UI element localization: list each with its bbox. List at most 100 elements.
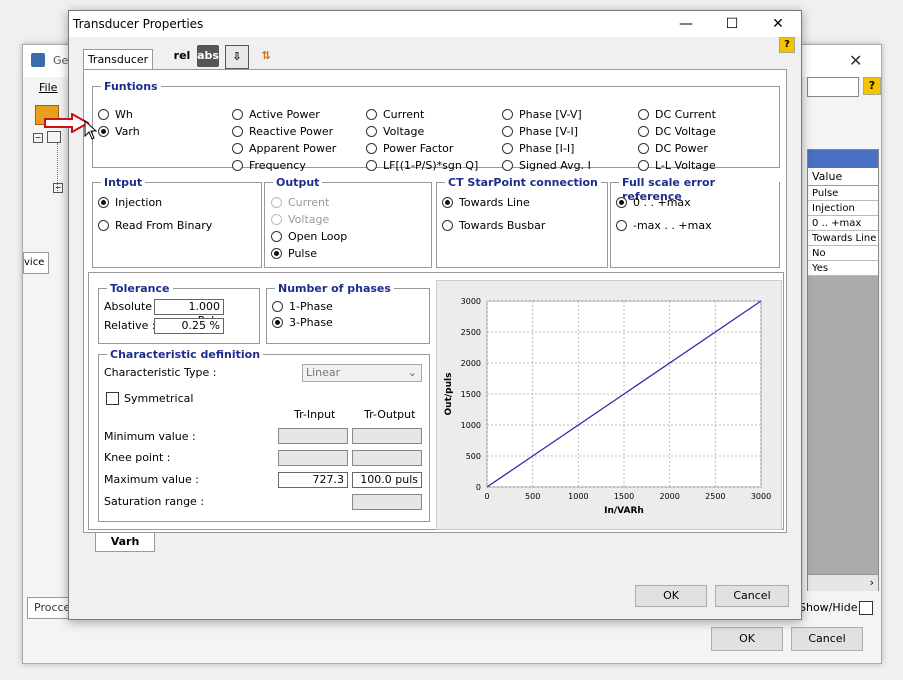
- rel-button[interactable]: rel: [173, 45, 191, 67]
- radio-function[interactable]: Phase [I-I]: [502, 142, 574, 156]
- help-icon[interactable]: ?: [779, 37, 795, 53]
- tree-expand-icon[interactable]: −: [53, 183, 63, 193]
- radio-dot: [616, 197, 627, 208]
- radio-function[interactable]: L-L Voltage: [638, 159, 716, 173]
- tab-varh[interactable]: Varh: [95, 533, 155, 552]
- radio-read-from-binary[interactable]: Read From Binary: [98, 219, 212, 233]
- radio-function[interactable]: DC Power: [638, 142, 708, 156]
- radio-function[interactable]: Current: [366, 108, 424, 122]
- maximum-output-field[interactable]: 100.0 puls: [352, 472, 422, 488]
- bar-tool-icon[interactable]: ⇩: [225, 45, 249, 69]
- radio-label: Phase [V-V]: [519, 108, 582, 121]
- scroll-right-icon[interactable]: ›: [870, 576, 874, 589]
- horizontal-scrollbar[interactable]: ›: [808, 574, 878, 591]
- value-row[interactable]: Injection: [808, 201, 878, 216]
- radio-function[interactable]: Power Factor: [366, 142, 453, 156]
- radio-function[interactable]: Voltage: [366, 125, 424, 139]
- radio-3-phase[interactable]: 3-Phase: [272, 316, 333, 330]
- minimum-output-field[interactable]: [352, 428, 422, 444]
- value-panel-selection: [808, 150, 878, 168]
- radio-towards-line[interactable]: Towards Line: [442, 196, 530, 210]
- cancel-button[interactable]: Cancel: [715, 585, 789, 607]
- radio-label: 1-Phase: [289, 300, 333, 313]
- value-row[interactable]: No: [808, 246, 878, 261]
- maximize-icon[interactable]: ☐: [709, 13, 755, 35]
- radio-label: Apparent Power: [249, 142, 337, 155]
- saturation-output-field[interactable]: [352, 494, 422, 510]
- radio-label: Reactive Power: [249, 125, 334, 138]
- characteristic-title: Characteristic definition: [107, 348, 264, 362]
- value-row[interactable]: Yes: [808, 261, 878, 276]
- minimize-icon[interactable]: —: [663, 13, 709, 35]
- radio-function[interactable]: Active Power: [232, 108, 320, 122]
- background-cancel-button[interactable]: Cancel: [791, 627, 863, 651]
- radio-injection[interactable]: Injection: [98, 196, 162, 210]
- radio-current: Current: [271, 196, 329, 210]
- radio-function[interactable]: Reactive Power: [232, 125, 333, 139]
- radio-zero-to-max[interactable]: 0 . . +max: [616, 196, 691, 210]
- abs-button[interactable]: abs: [197, 45, 219, 67]
- radio-function[interactable]: Phase [V-I]: [502, 125, 578, 139]
- value-row[interactable]: Towards Line: [808, 231, 878, 246]
- radio-function[interactable]: Phase [V-V]: [502, 108, 582, 122]
- y-tick-label: 500: [466, 452, 481, 461]
- minimum-input-field[interactable]: [278, 428, 348, 444]
- x-tick-label: 3000: [751, 492, 771, 501]
- radio-minus-max-to-max[interactable]: -max . . +max: [616, 219, 712, 233]
- background-edit-field[interactable]: [807, 77, 859, 97]
- radio-function[interactable]: LF[(1-P/S)*sgn Q]: [366, 159, 478, 173]
- characteristic-type-select[interactable]: Linear ⌄: [302, 364, 422, 382]
- radio-label: DC Voltage: [655, 125, 716, 138]
- radio-label: Voltage: [383, 125, 425, 138]
- output-title: Output: [273, 176, 323, 190]
- y-tick-label: 3000: [461, 297, 481, 306]
- knee-input-field[interactable]: [278, 450, 348, 466]
- radio-function[interactable]: Apparent Power: [232, 142, 336, 156]
- radio-function[interactable]: Signed Avg. I: [502, 159, 591, 173]
- background-ok-button[interactable]: OK: [711, 627, 783, 651]
- arrows-tool-icon[interactable]: ⇅: [255, 45, 277, 67]
- radio-towards-busbar[interactable]: Towards Busbar: [442, 219, 545, 233]
- symmetrical-checkbox[interactable]: [106, 392, 119, 405]
- value-row[interactable]: 0 .. +max: [808, 216, 878, 231]
- radio-voltage: Voltage: [271, 213, 329, 227]
- radio-label: Varh: [115, 125, 140, 138]
- radio-function[interactable]: Wh: [98, 108, 133, 122]
- radio-function[interactable]: Varh: [98, 125, 140, 139]
- tolerance-title: Tolerance: [107, 282, 173, 296]
- close-icon[interactable]: ✕: [755, 13, 801, 35]
- absolute-tolerance-field[interactable]: 1.000 mPuls: [154, 299, 224, 327]
- ok-button[interactable]: OK: [635, 585, 707, 607]
- tolerance-group: Tolerance: [98, 282, 260, 344]
- y-tick-label: 2000: [461, 359, 481, 368]
- relative-tolerance-field[interactable]: 0.25 %: [154, 318, 224, 334]
- background-close-icon[interactable]: ✕: [849, 51, 862, 70]
- radio-1-phase[interactable]: 1-Phase: [272, 300, 333, 314]
- knee-output-field[interactable]: [352, 450, 422, 466]
- radio-pulse[interactable]: Pulse: [271, 247, 317, 261]
- tab-transducer[interactable]: Transducer: [83, 49, 153, 70]
- value-row[interactable]: Pulse: [808, 186, 878, 201]
- radio-function[interactable]: Frequency: [232, 159, 306, 173]
- radio-dot: [271, 214, 282, 225]
- radio-label: Towards Line: [459, 196, 530, 209]
- radio-label: Power Factor: [383, 142, 454, 155]
- menu-file[interactable]: File: [39, 81, 57, 94]
- radio-label: Read From Binary: [115, 219, 213, 232]
- minimum-value-label: Minimum value :: [104, 430, 196, 443]
- maximum-input-field[interactable]: 727.3: [278, 472, 348, 488]
- radio-function[interactable]: DC Current: [638, 108, 716, 122]
- mouse-cursor-icon: [84, 120, 98, 140]
- functions-title: Funtions: [101, 80, 161, 94]
- tree-expand-icon[interactable]: −: [33, 133, 43, 143]
- x-tick-label: 500: [525, 492, 540, 501]
- show-hide-checkbox[interactable]: [859, 601, 873, 615]
- background-help-icon[interactable]: ?: [863, 77, 881, 95]
- radio-function[interactable]: DC Voltage: [638, 125, 716, 139]
- radio-dot: [638, 109, 649, 120]
- radio-dot: [502, 143, 513, 154]
- radio-label: 0 . . +max: [633, 196, 691, 209]
- radio-label: Voltage: [288, 213, 330, 226]
- x-tick-label: 0: [484, 492, 489, 501]
- radio-open-loop[interactable]: Open Loop: [271, 230, 347, 244]
